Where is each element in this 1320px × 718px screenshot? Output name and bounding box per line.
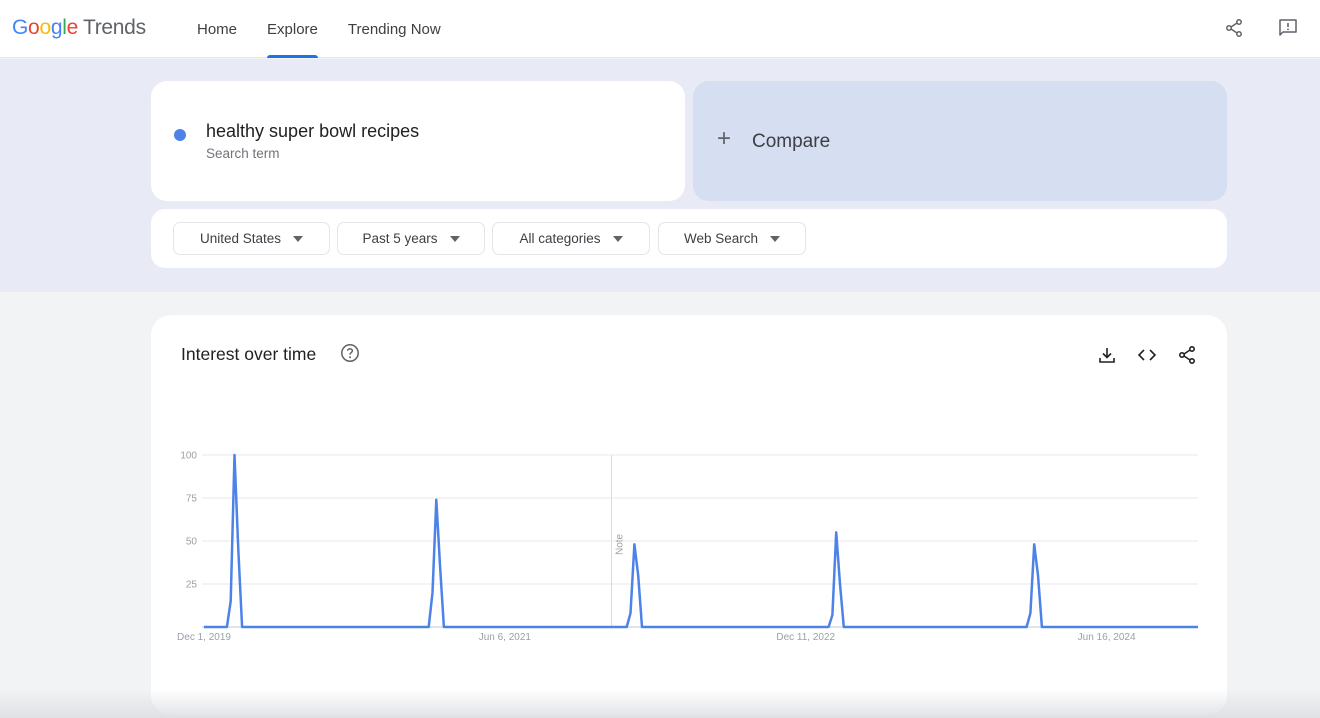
category-filter[interactable]: All categories — [492, 222, 650, 255]
region-filter-label: United States — [199, 231, 282, 246]
term-color-dot — [174, 129, 186, 141]
share-icon[interactable] — [1222, 16, 1246, 40]
y-tick-label: 75 — [186, 494, 198, 505]
compare-button[interactable]: + Compare — [693, 81, 1227, 201]
main-nav: Home Explore Trending Now — [182, 0, 456, 58]
feedback-icon[interactable] — [1276, 16, 1300, 40]
search-type-filter-label: Web Search — [683, 231, 759, 246]
nav-home[interactable]: Home — [182, 0, 252, 58]
nav-explore[interactable]: Explore — [252, 0, 333, 58]
plus-icon: + — [717, 125, 732, 152]
note-marker-label: Note — [615, 533, 626, 555]
logo-letter: e — [66, 16, 79, 39]
logo-letter: G — [12, 16, 29, 39]
compare-label: Compare — [752, 131, 831, 152]
x-tick-label: Jun 16, 2024 — [1078, 632, 1136, 643]
x-tick-label: Jun 6, 2021 — [479, 632, 532, 643]
search-section: healthy super bowl recipes Search term +… — [0, 59, 1320, 292]
region-filter[interactable]: United States — [173, 222, 330, 255]
top-bar: Google Trends Home Explore Trending Now — [0, 0, 1320, 58]
logo-letter: o — [28, 16, 40, 39]
interest-over-time-card: Interest over time 25 50 75 100 Note Dec 1, 2… — [151, 315, 1227, 715]
logo-letter: o — [39, 16, 51, 39]
y-tick-label: 25 — [186, 580, 198, 591]
y-tick-label: 50 — [186, 537, 198, 548]
y-tick-label: 100 — [180, 451, 197, 462]
nav-trending-now[interactable]: Trending Now — [333, 0, 456, 58]
time-range-filter-label: Past 5 years — [362, 231, 438, 246]
dropdown-caret-icon — [612, 235, 623, 242]
search-type-filter[interactable]: Web Search — [658, 222, 806, 255]
search-term-name[interactable]: healthy super bowl recipes — [206, 121, 419, 142]
dropdown-caret-icon — [770, 235, 781, 242]
x-tick-label: Dec 11, 2022 — [776, 632, 835, 643]
top-actions — [1222, 16, 1300, 40]
search-term-card[interactable]: healthy super bowl recipes Search term — [151, 81, 685, 201]
dropdown-caret-icon — [449, 235, 460, 242]
filter-bar: United States Past 5 years All categorie… — [151, 209, 1227, 268]
dropdown-caret-icon — [293, 235, 304, 242]
interest-line-chart[interactable]: 25 50 75 100 Note Dec 1, 2019 Jun 6, 2021 Dec 1… — [151, 315, 1227, 715]
x-tick-label: Dec 1, 2019 — [177, 632, 231, 643]
time-range-filter[interactable]: Past 5 years — [337, 222, 485, 255]
logo-letter: g — [50, 16, 63, 39]
logo-product-name: Trends — [82, 16, 146, 39]
google-trends-logo[interactable]: Google Trends — [12, 16, 146, 40]
category-filter-label: All categories — [519, 231, 601, 246]
search-term-type: Search term — [206, 146, 280, 161]
